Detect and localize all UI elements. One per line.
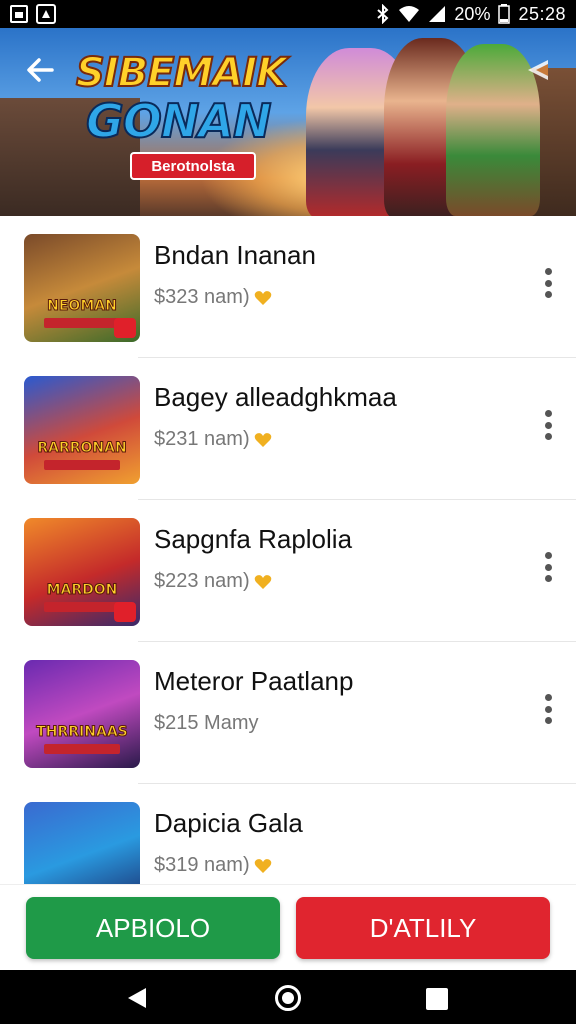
list-item[interactable]: Dapicia Gala $319 nam) (0, 784, 576, 884)
price-text: $323 nam) (154, 286, 250, 308)
primary-action-button[interactable]: APBIOLO (26, 897, 280, 959)
game-thumbnail: THRRINAAS (24, 660, 140, 768)
recent-square-icon[interactable] (426, 988, 448, 1010)
logo-title-line2: GONAN (85, 93, 272, 149)
secondary-action-button[interactable]: D'ATLILY (296, 897, 550, 959)
heart-icon (254, 858, 271, 873)
more-options-button[interactable] (538, 266, 558, 300)
gallery-icon (10, 5, 28, 23)
back-triangle-icon[interactable] (126, 986, 148, 1010)
price-text: $223 nam) (154, 570, 250, 592)
game-title: Meteror Paatlanp (154, 666, 354, 696)
game-price: $323 nam) (154, 286, 272, 309)
signal-icon (429, 6, 446, 22)
price-text: $215 Mamy (154, 712, 259, 734)
share-icon[interactable] (518, 50, 558, 90)
clock: 25:28 (518, 3, 566, 24)
heart-icon (254, 290, 271, 305)
game-price: $231 nam) (154, 428, 272, 451)
game-title: Bagey alleadghkmaa (154, 382, 397, 412)
logo-title-line1: SIBEMAIK (75, 49, 288, 97)
thumbnail-banner (44, 744, 120, 754)
status-bar: 20% 25:28 (0, 0, 576, 28)
game-price: $223 nam) (154, 570, 272, 593)
heart-icon (254, 574, 271, 589)
game-title: Dapicia Gala (154, 808, 303, 838)
game-list: NEOMAN Bndan Inanan $323 nam) RARRONAN B… (0, 216, 576, 884)
system-nav-bar (0, 970, 576, 1024)
game-logo: SIBEMAIK GONAN Berotnolsta (75, 49, 288, 200)
thumbnail-banner (44, 318, 120, 328)
game-title: Bndan Inanan (154, 240, 316, 270)
status-left (10, 4, 56, 24)
more-options-button[interactable] (538, 550, 558, 584)
game-thumbnail: RARRONAN (24, 376, 140, 484)
game-thumbnail: NEOMAN (24, 234, 140, 342)
status-right: 20% 25:28 (376, 4, 566, 25)
game-price: $319 nam) (154, 854, 272, 877)
list-item[interactable]: NEOMAN Bndan Inanan $323 nam) (0, 216, 576, 358)
logo-ribbon: Berotnolsta (130, 152, 256, 180)
price-text: $231 nam) (154, 428, 250, 450)
thumbnail-title: MARDON (46, 582, 118, 598)
game-title: Sapgnfa Raplolia (154, 524, 353, 554)
list-item[interactable]: THRRINAAS Meteror Paatlanp $215 Mamy (0, 642, 576, 784)
header-banner: SIBEMAIK GONAN Berotnolsta (0, 28, 576, 216)
battery-icon (498, 4, 511, 24)
bluetooth-icon (377, 4, 389, 24)
more-options-button[interactable] (538, 692, 558, 726)
more-options-button[interactable] (538, 408, 558, 442)
game-thumbnail (24, 802, 140, 884)
thumbnail-title: NEOMAN (47, 298, 118, 314)
thumbnail-badge (114, 318, 136, 338)
thumbnail-title: THRRINAAS (36, 724, 129, 740)
list-item[interactable]: MARDON Sapgnfa Raplolia $223 nam) (0, 500, 576, 642)
action-bar: APBIOLO D'ATLILY (0, 884, 576, 970)
wifi-icon (399, 6, 420, 22)
back-arrow-icon[interactable] (22, 52, 58, 88)
game-thumbnail: MARDON (24, 518, 140, 626)
battery-level: 20% (454, 3, 491, 24)
thumbnail-title: RARRONAN (37, 440, 127, 456)
game-price: $215 Mamy (154, 712, 259, 735)
app-notification-icon (36, 4, 56, 24)
home-circle-icon[interactable] (275, 985, 301, 1011)
thumbnail-banner (44, 602, 120, 612)
list-item[interactable]: RARRONAN Bagey alleadghkmaa $231 nam) (0, 358, 576, 500)
price-text: $319 nam) (154, 854, 250, 876)
heart-icon (254, 432, 271, 447)
thumbnail-badge (114, 602, 136, 622)
thumbnail-banner (44, 460, 120, 470)
